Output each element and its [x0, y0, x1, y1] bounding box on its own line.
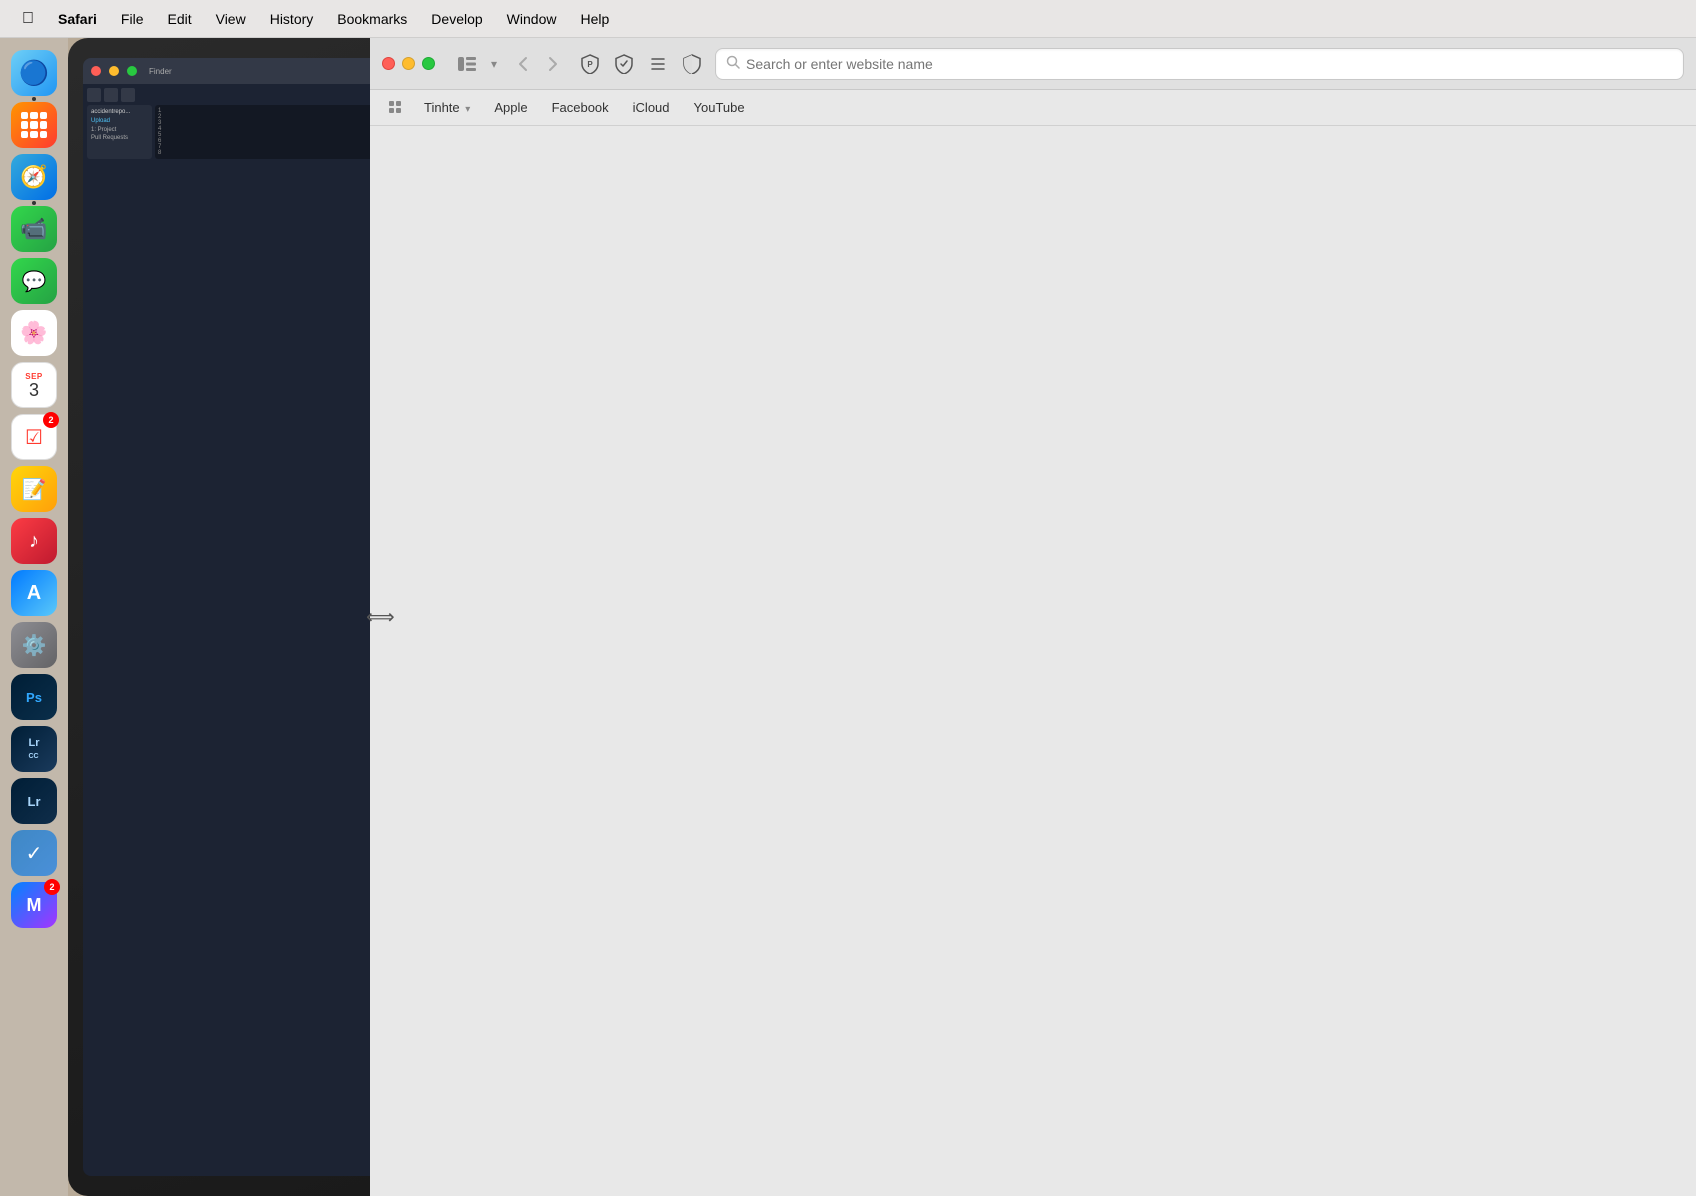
back-button[interactable]	[509, 50, 537, 78]
address-bar[interactable]	[715, 48, 1684, 80]
safari-titlebar: ▾ P	[370, 38, 1696, 90]
toolbar-icons: P	[575, 50, 707, 78]
menu-safari[interactable]: Safari	[48, 7, 107, 31]
menu-bookmarks[interactable]: Bookmarks	[327, 7, 417, 31]
url-input[interactable]	[746, 56, 1673, 72]
dock-item-notes[interactable]: 📝	[11, 466, 57, 512]
menu-edit[interactable]: Edit	[157, 7, 201, 31]
readinglist-icon-button[interactable]	[643, 50, 673, 78]
dock-item-things[interactable]: ✓	[11, 830, 57, 876]
bookmark-apple[interactable]: Apple	[484, 96, 537, 119]
bookmark-icloud[interactable]: iCloud	[623, 96, 680, 119]
forward-button[interactable]	[539, 50, 567, 78]
maximize-button[interactable]	[422, 57, 435, 70]
minimize-button[interactable]	[402, 57, 415, 70]
resize-handle[interactable]: ⟺	[366, 605, 395, 630]
menu-file[interactable]: File	[111, 7, 154, 31]
menu-view[interactable]: View	[206, 7, 256, 31]
dock-item-lightroom-cc[interactable]: LrCC	[11, 726, 57, 772]
dock-item-messages[interactable]: 💬	[11, 258, 57, 304]
menu-bar:  Safari File Edit View History Bookmark…	[0, 0, 1696, 38]
dock-item-photos[interactable]: 🌸	[11, 310, 57, 356]
dock: 🔵 🧭 📹 💬 🌸 SEP	[0, 38, 68, 1196]
dock-item-appstore[interactable]: A	[11, 570, 57, 616]
dock-item-calendar[interactable]: SEP 3	[11, 362, 57, 408]
safari-content-area	[370, 126, 1696, 1196]
menu-help[interactable]: Help	[570, 7, 619, 31]
nav-buttons	[509, 50, 567, 78]
sidebar-toggle-button[interactable]	[451, 50, 483, 78]
dock-item-facetime[interactable]: 📹	[11, 206, 57, 252]
desktop:  Safari File Edit View History Bookmark…	[0, 0, 1696, 1196]
dock-item-reminders[interactable]: ☑ 2	[11, 414, 57, 460]
dock-item-photoshop[interactable]: Ps	[11, 674, 57, 720]
menu-window[interactable]: Window	[497, 7, 567, 31]
adblock-icon-button[interactable]: P	[575, 50, 605, 78]
dock-item-lightroom-classic[interactable]: Lr	[11, 778, 57, 824]
search-icon	[726, 55, 740, 72]
dock-item-safari[interactable]: 🧭	[11, 154, 57, 200]
bookmark-tinhte[interactable]: Tinhte ▾	[414, 96, 480, 119]
close-button[interactable]	[382, 57, 395, 70]
menu-develop[interactable]: Develop	[421, 7, 492, 31]
traffic-lights	[382, 57, 435, 70]
dock-item-launchpad[interactable]	[11, 102, 57, 148]
menu-history[interactable]: History	[260, 7, 324, 31]
bookmark-facebook[interactable]: Facebook	[542, 96, 619, 119]
dock-item-messenger[interactable]: M 2	[11, 882, 57, 928]
safari-window: ▾ P	[370, 38, 1696, 1196]
dock-item-finder[interactable]: 🔵	[11, 50, 57, 96]
bookmarks-grid-icon[interactable]	[382, 94, 410, 122]
svg-text:P: P	[587, 60, 593, 69]
bookmark-youtube[interactable]: YouTube	[684, 96, 755, 119]
privacy-icon-button[interactable]	[609, 50, 639, 78]
dock-item-music[interactable]: ♪	[11, 518, 57, 564]
shield-half-icon-button[interactable]	[677, 50, 707, 78]
sidebar-dropdown-arrow[interactable]: ▾	[491, 57, 497, 71]
bookmarks-bar: Tinhte ▾ Apple Facebook iCloud YouTube	[370, 90, 1696, 126]
apple-menu[interactable]: 	[12, 8, 44, 30]
dock-item-systemprefs[interactable]: ⚙️	[11, 622, 57, 668]
